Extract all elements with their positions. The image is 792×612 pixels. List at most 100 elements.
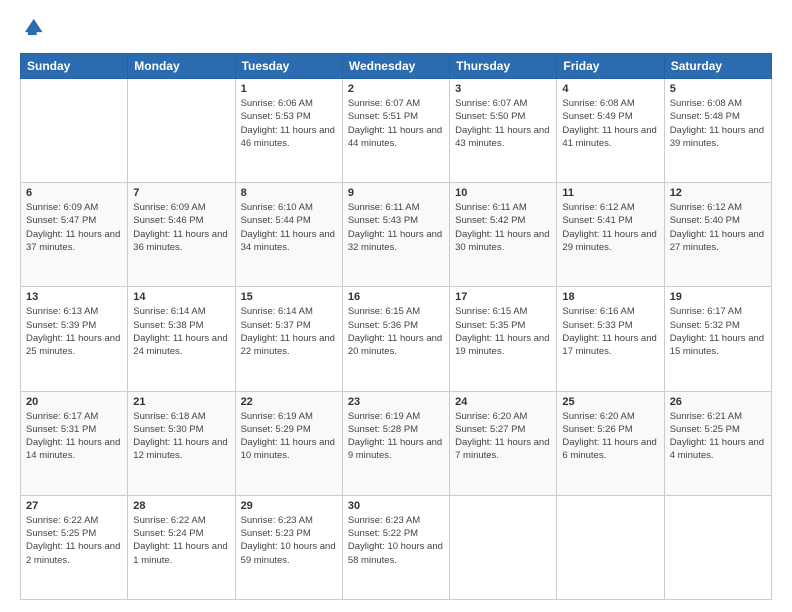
day-number: 30 xyxy=(348,500,444,512)
day-number: 3 xyxy=(455,83,551,95)
calendar-cell: 4Sunrise: 6:08 AM Sunset: 5:49 PM Daylig… xyxy=(557,79,664,183)
day-number: 6 xyxy=(26,187,122,199)
dow-header-thursday: Thursday xyxy=(450,54,557,79)
calendar-body: 1 Sunrise: 6:06 AM Sunset: 5:53 PM Daylig… xyxy=(21,79,772,600)
day-number: 22 xyxy=(241,396,337,408)
day-number: 2 xyxy=(348,83,444,95)
week-row-5: 27 Sunrise: 6:22 AM Sunset: 5:25 PM Dayli… xyxy=(21,495,772,599)
day-info: Sunrise: 6:17 AM Sunset: 5:31 PM Dayligh… xyxy=(26,410,122,463)
day-number: 5 xyxy=(670,83,766,95)
calendar-cell xyxy=(664,495,771,599)
calendar-cell: 30 Sunrise: 6:23 AM Sunset: 5:22 PM Dayli… xyxy=(342,495,449,599)
calendar-cell: 18 Sunrise: 6:16 AM Sunset: 5:33 PM Dayli… xyxy=(557,287,664,391)
day-info: Sunrise: 6:08 AM Sunset: 5:48 PM Dayligh… xyxy=(670,97,766,150)
calendar-cell: 11 Sunrise: 6:12 AM Sunset: 5:41 PM Dayli… xyxy=(557,183,664,287)
calendar-cell: 26 Sunrise: 6:21 AM Sunset: 5:25 PM Dayli… xyxy=(664,391,771,495)
day-info: Sunrise: 6:22 AM Sunset: 5:24 PM Dayligh… xyxy=(133,514,229,567)
day-number: 17 xyxy=(455,291,551,303)
day-number: 11 xyxy=(562,187,658,199)
day-info: Sunrise: 6:17 AM Sunset: 5:32 PM Dayligh… xyxy=(670,305,766,358)
day-number: 1 xyxy=(241,83,337,95)
day-number: 21 xyxy=(133,396,229,408)
calendar-cell xyxy=(557,495,664,599)
day-number: 20 xyxy=(26,396,122,408)
day-info: Sunrise: 6:23 AM Sunset: 5:23 PM Dayligh… xyxy=(241,514,337,567)
calendar-cell: 28Sunrise: 6:22 AM Sunset: 5:24 PM Dayli… xyxy=(128,495,235,599)
calendar-cell xyxy=(128,79,235,183)
day-info: Sunrise: 6:11 AM Sunset: 5:42 PM Dayligh… xyxy=(455,201,551,254)
day-number: 8 xyxy=(241,187,337,199)
day-info: Sunrise: 6:21 AM Sunset: 5:25 PM Dayligh… xyxy=(670,410,766,463)
calendar-cell: 12Sunrise: 6:12 AM Sunset: 5:40 PM Dayli… xyxy=(664,183,771,287)
calendar-cell: 3 Sunrise: 6:07 AM Sunset: 5:50 PM Daylig… xyxy=(450,79,557,183)
day-of-week-row: SundayMondayTuesdayWednesdayThursdayFrid… xyxy=(21,54,772,79)
calendar-cell: 13Sunrise: 6:13 AM Sunset: 5:39 PM Dayli… xyxy=(21,287,128,391)
calendar-cell: 20 Sunrise: 6:17 AM Sunset: 5:31 PM Dayli… xyxy=(21,391,128,495)
calendar-cell: 25Sunrise: 6:20 AM Sunset: 5:26 PM Dayli… xyxy=(557,391,664,495)
dow-header-tuesday: Tuesday xyxy=(235,54,342,79)
day-info: Sunrise: 6:09 AM Sunset: 5:46 PM Dayligh… xyxy=(133,201,229,254)
day-number: 14 xyxy=(133,291,229,303)
week-row-4: 20 Sunrise: 6:17 AM Sunset: 5:31 PM Dayli… xyxy=(21,391,772,495)
day-number: 19 xyxy=(670,291,766,303)
calendar-cell: 1 Sunrise: 6:06 AM Sunset: 5:53 PM Daylig… xyxy=(235,79,342,183)
day-info: Sunrise: 6:19 AM Sunset: 5:29 PM Dayligh… xyxy=(241,410,337,463)
calendar-cell: 17 Sunrise: 6:15 AM Sunset: 5:35 PM Dayli… xyxy=(450,287,557,391)
day-info: Sunrise: 6:15 AM Sunset: 5:35 PM Dayligh… xyxy=(455,305,551,358)
dow-header-saturday: Saturday xyxy=(664,54,771,79)
day-info: Sunrise: 6:07 AM Sunset: 5:51 PM Dayligh… xyxy=(348,97,444,150)
day-number: 26 xyxy=(670,396,766,408)
calendar-cell: 23Sunrise: 6:19 AM Sunset: 5:28 PM Dayli… xyxy=(342,391,449,495)
day-number: 25 xyxy=(562,396,658,408)
day-info: Sunrise: 6:14 AM Sunset: 5:38 PM Dayligh… xyxy=(133,305,229,358)
calendar-cell: 2 Sunrise: 6:07 AM Sunset: 5:51 PM Daylig… xyxy=(342,79,449,183)
day-info: Sunrise: 6:23 AM Sunset: 5:22 PM Dayligh… xyxy=(348,514,444,567)
day-number: 13 xyxy=(26,291,122,303)
calendar-cell: 9 Sunrise: 6:11 AM Sunset: 5:43 PM Daylig… xyxy=(342,183,449,287)
day-info: Sunrise: 6:10 AM Sunset: 5:44 PM Dayligh… xyxy=(241,201,337,254)
calendar-cell: 5 Sunrise: 6:08 AM Sunset: 5:48 PM Daylig… xyxy=(664,79,771,183)
day-number: 15 xyxy=(241,291,337,303)
calendar-cell xyxy=(21,79,128,183)
calendar-cell: 19 Sunrise: 6:17 AM Sunset: 5:32 PM Dayli… xyxy=(664,287,771,391)
calendar-cell: 10 Sunrise: 6:11 AM Sunset: 5:42 PM Dayli… xyxy=(450,183,557,287)
calendar-cell: 6 Sunrise: 6:09 AM Sunset: 5:47 PM Daylig… xyxy=(21,183,128,287)
calendar-cell xyxy=(450,495,557,599)
day-info: Sunrise: 6:15 AM Sunset: 5:36 PM Dayligh… xyxy=(348,305,444,358)
day-info: Sunrise: 6:20 AM Sunset: 5:27 PM Dayligh… xyxy=(455,410,551,463)
day-info: Sunrise: 6:11 AM Sunset: 5:43 PM Dayligh… xyxy=(348,201,444,254)
dow-header-sunday: Sunday xyxy=(21,54,128,79)
calendar-cell: 8 Sunrise: 6:10 AM Sunset: 5:44 PM Daylig… xyxy=(235,183,342,287)
calendar-cell: 14 Sunrise: 6:14 AM Sunset: 5:38 PM Dayli… xyxy=(128,287,235,391)
day-info: Sunrise: 6:22 AM Sunset: 5:25 PM Dayligh… xyxy=(26,514,122,567)
day-number: 18 xyxy=(562,291,658,303)
day-number: 9 xyxy=(348,187,444,199)
calendar: SundayMondayTuesdayWednesdayThursdayFrid… xyxy=(20,53,772,600)
day-info: Sunrise: 6:09 AM Sunset: 5:47 PM Dayligh… xyxy=(26,201,122,254)
day-info: Sunrise: 6:12 AM Sunset: 5:41 PM Dayligh… xyxy=(562,201,658,254)
day-number: 16 xyxy=(348,291,444,303)
calendar-cell: 22 Sunrise: 6:19 AM Sunset: 5:29 PM Dayli… xyxy=(235,391,342,495)
logo-icon xyxy=(22,16,44,38)
day-info: Sunrise: 6:16 AM Sunset: 5:33 PM Dayligh… xyxy=(562,305,658,358)
day-info: Sunrise: 6:08 AM Sunset: 5:49 PM Dayligh… xyxy=(562,97,658,150)
day-number: 7 xyxy=(133,187,229,199)
day-number: 23 xyxy=(348,396,444,408)
calendar-cell: 27 Sunrise: 6:22 AM Sunset: 5:25 PM Dayli… xyxy=(21,495,128,599)
calendar-cell: 21Sunrise: 6:18 AM Sunset: 5:30 PM Dayli… xyxy=(128,391,235,495)
week-row-2: 6 Sunrise: 6:09 AM Sunset: 5:47 PM Daylig… xyxy=(21,183,772,287)
week-row-3: 13Sunrise: 6:13 AM Sunset: 5:39 PM Dayli… xyxy=(21,287,772,391)
dow-header-friday: Friday xyxy=(557,54,664,79)
week-row-1: 1 Sunrise: 6:06 AM Sunset: 5:53 PM Daylig… xyxy=(21,79,772,183)
calendar-cell: 16 Sunrise: 6:15 AM Sunset: 5:36 PM Dayli… xyxy=(342,287,449,391)
logo xyxy=(20,16,46,43)
day-info: Sunrise: 6:07 AM Sunset: 5:50 PM Dayligh… xyxy=(455,97,551,150)
day-info: Sunrise: 6:12 AM Sunset: 5:40 PM Dayligh… xyxy=(670,201,766,254)
day-number: 10 xyxy=(455,187,551,199)
dow-header-monday: Monday xyxy=(128,54,235,79)
header xyxy=(20,16,772,43)
day-number: 27 xyxy=(26,500,122,512)
day-number: 29 xyxy=(241,500,337,512)
page: SundayMondayTuesdayWednesdayThursdayFrid… xyxy=(0,0,792,612)
day-info: Sunrise: 6:06 AM Sunset: 5:53 PM Dayligh… xyxy=(241,97,337,150)
